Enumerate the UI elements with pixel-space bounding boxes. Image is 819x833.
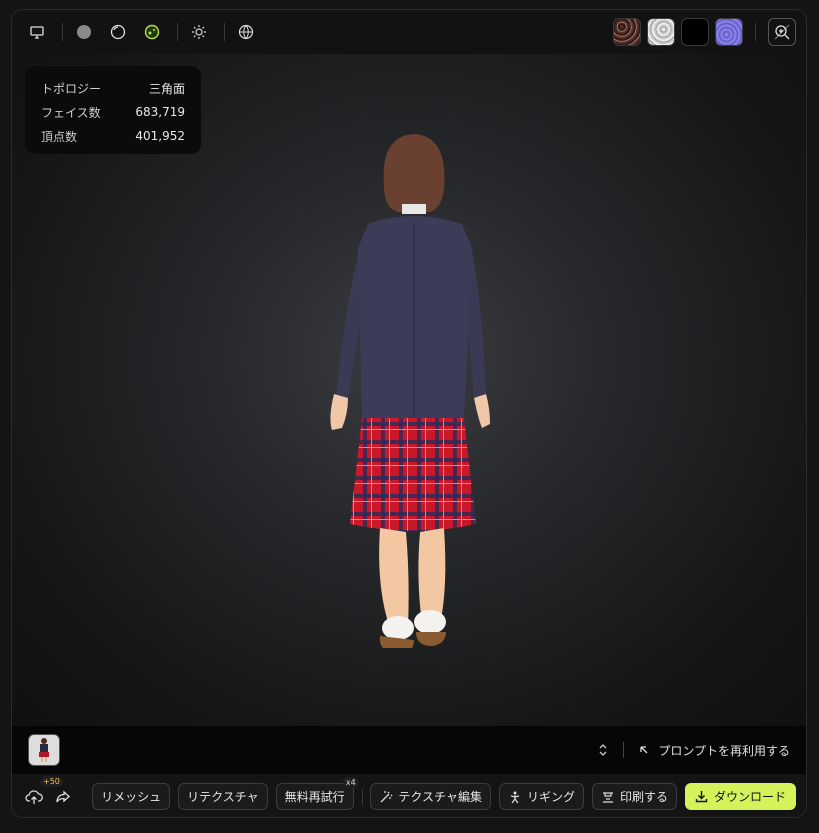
reuse-prompt-button[interactable]: プロンプトを再利用する (638, 742, 790, 759)
stat-label: トポロジー (41, 81, 102, 96)
3d-viewport[interactable]: トポロジー 三角面 フェイス数 683,719 頂点数 401,952 (12, 54, 806, 726)
share-button[interactable] (51, 782, 74, 812)
strip-controls: プロンプトを再利用する (597, 742, 790, 759)
share-icon (55, 790, 70, 802)
free-retry-label: 無料再試行 (284, 790, 345, 804)
stat-vertices: 頂点数 401,952 (41, 124, 185, 148)
action-bar: +50 リメッシュ リテクスチャ 無料再試行 x4 テクスチャ編集 リギング 印… (12, 774, 806, 817)
stat-value: 401,952 (135, 129, 185, 143)
texture-edit-button[interactable]: テクスチャ編集 (370, 783, 491, 810)
monitor-icon[interactable] (22, 17, 52, 47)
upload-button[interactable]: +50 (22, 775, 63, 812)
toolbar-divider (177, 23, 178, 41)
texture-edit-label: テクスチャ編集 (398, 790, 482, 804)
wire-sphere-icon[interactable] (103, 17, 133, 47)
retexture-button[interactable]: リテクスチャ (178, 783, 268, 810)
free-retry-button[interactable]: 無料再試行 x4 (275, 777, 359, 810)
arrow-up-left-icon (640, 746, 648, 754)
stat-topology: トポロジー 三角面 (41, 76, 185, 100)
model-viewer-panel: トポロジー 三角面 フェイス数 683,719 頂点数 401,952 プロンプ… (11, 9, 807, 818)
texture-map-swatches (613, 18, 796, 46)
model-stats-panel: トポロジー 三角面 フェイス数 683,719 頂点数 401,952 (25, 66, 201, 154)
sun-icon[interactable] (184, 17, 214, 47)
remesh-label: リメッシュ (101, 790, 162, 804)
print-button[interactable]: 印刷する (591, 783, 677, 810)
3d-character-model[interactable] (302, 128, 502, 648)
strip-divider (623, 742, 625, 758)
viewer-toolbar (12, 10, 806, 54)
action-divider (361, 788, 363, 805)
download-icon (695, 791, 708, 803)
rigging-label: リギング (526, 790, 575, 804)
download-label: ダウンロード (713, 790, 786, 804)
stat-value: 683,719 (135, 105, 185, 119)
globe-icon[interactable] (231, 17, 261, 47)
cloud-upload-icon (24, 789, 43, 804)
stat-label: 頂点数 (41, 129, 78, 144)
stat-value: 三角面 (148, 81, 185, 96)
texture-sphere-icon[interactable] (137, 17, 167, 47)
magic-brush-icon (380, 790, 393, 802)
reuse-prompt-label: プロンプトを再利用する (658, 743, 790, 758)
toolbar-divider (62, 23, 63, 41)
zoom-icon[interactable] (768, 18, 796, 46)
solid-sphere-icon[interactable] (69, 17, 99, 47)
download-button[interactable]: ダウンロード (684, 783, 796, 810)
rigging-button[interactable]: リギング (498, 783, 584, 810)
metallic-map-swatch[interactable] (681, 18, 709, 46)
normal-map-swatch[interactable] (715, 18, 743, 46)
rig-figure-icon (510, 791, 520, 803)
retexture-label: リテクスチャ (187, 790, 259, 804)
prompt-strip: プロンプトを再利用する (12, 726, 806, 774)
albedo-map-swatch[interactable] (613, 18, 641, 46)
printer-3d-icon (602, 791, 613, 803)
print-label: 印刷する (619, 790, 668, 804)
remesh-button[interactable]: リメッシュ (92, 783, 171, 810)
reference-thumbnail[interactable] (28, 734, 60, 766)
roughness-map-swatch[interactable] (647, 18, 675, 46)
expand-collapse-icon[interactable] (597, 743, 609, 757)
retry-count-badge: x4 (342, 777, 359, 788)
toolbar-divider (755, 23, 756, 41)
stat-label: フェイス数 (41, 105, 101, 120)
toolbar-divider (224, 23, 225, 41)
stat-faces: フェイス数 683,719 (41, 100, 185, 124)
